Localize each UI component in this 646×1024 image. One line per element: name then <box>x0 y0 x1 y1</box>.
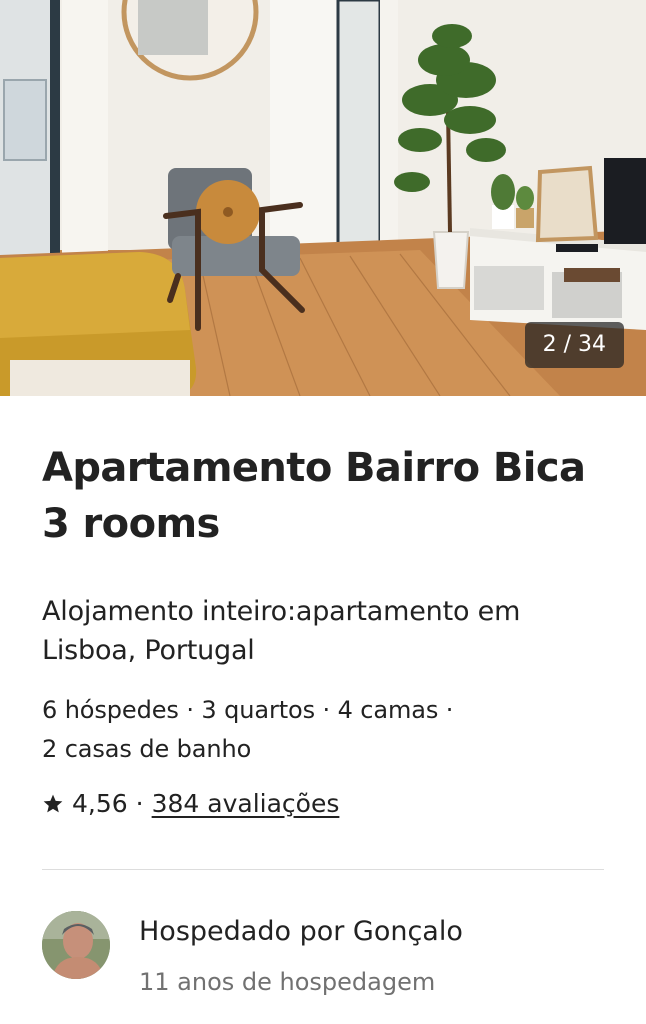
host-experience: 11 anos de hospedagem <box>139 968 436 996</box>
capacity-line-1: 6 hóspedes · 3 quartos · 4 camas · <box>42 696 454 724</box>
photo-counter-badge: 2 / 34 <box>524 322 624 368</box>
host-photo <box>42 911 110 979</box>
section-divider <box>42 869 604 870</box>
host-avatar[interactable] <box>42 911 110 979</box>
star-icon <box>43 794 63 813</box>
host-name: Hospedado por Gonçalo <box>139 916 463 947</box>
rating-row: 4,56 · 384 avaliações <box>42 784 339 824</box>
capacity-line-2: 2 casas de banho <box>42 735 252 763</box>
reviews-link[interactable]: 384 avaliações <box>152 784 340 824</box>
rating-value: 4,56 <box>72 789 128 818</box>
listing-title: Apartamento Bairro Bica 3 rooms <box>42 445 586 547</box>
listing-capacity: 6 hóspedes · 3 quartos · 4 camas · 2 cas… <box>42 691 604 769</box>
listing-photo[interactable]: 2 / 34 <box>0 0 646 396</box>
rating-separator: · <box>135 789 144 818</box>
listing-subtitle: Alojamento inteiro:apartamento em Lisboa… <box>42 596 521 666</box>
